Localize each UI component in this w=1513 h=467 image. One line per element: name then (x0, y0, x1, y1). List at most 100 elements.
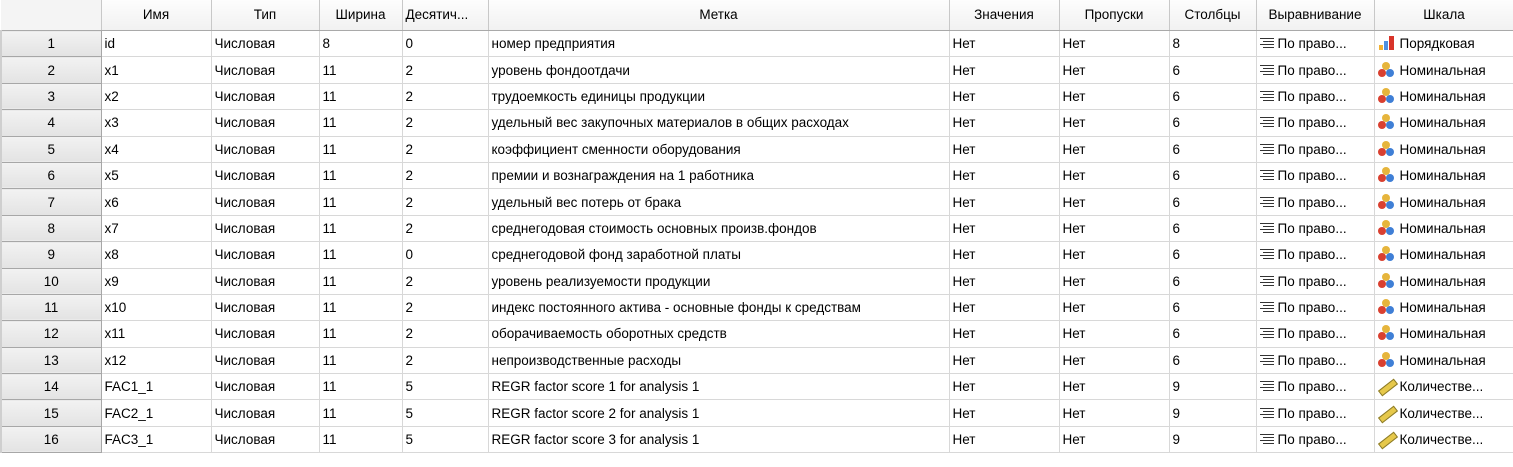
cell-label[interactable]: номер предприятия (488, 30, 950, 58)
row-number[interactable]: 1 (0, 29, 102, 58)
cell-label[interactable]: уровень фондоотдачи (488, 56, 950, 84)
cell-type[interactable]: Числовая (211, 241, 320, 269)
row-number[interactable]: 3 (0, 82, 102, 111)
cell-decimals[interactable]: 2 (402, 83, 489, 111)
cell-decimals[interactable]: 5 (402, 426, 489, 454)
cell-label[interactable]: непроизводственные расходы (488, 347, 950, 375)
cell-measure[interactable]: Номинальная (1374, 188, 1513, 216)
cell-label[interactable]: REGR factor score 3 for analysis 1 (488, 426, 950, 454)
cell-measure[interactable]: Номинальная (1374, 294, 1513, 322)
cell-align[interactable]: По право... (1256, 373, 1375, 401)
corner-header[interactable] (1, 0, 102, 31)
cell-decimals[interactable]: 2 (402, 268, 489, 295)
cell-align[interactable]: По право... (1256, 294, 1375, 322)
col-header-values[interactable]: Значения (949, 0, 1060, 31)
cell-decimals[interactable]: 5 (402, 373, 489, 401)
cell-name[interactable]: FAC2_1 (101, 399, 212, 427)
cell-label[interactable]: оборачиваемость оборотных средств (488, 320, 950, 348)
cell-missing[interactable]: Нет (1059, 268, 1170, 295)
cell-type[interactable]: Числовая (211, 426, 320, 454)
cell-missing[interactable]: Нет (1059, 215, 1170, 243)
row-number[interactable]: 6 (0, 161, 102, 190)
cell-width[interactable]: 8 (319, 30, 403, 58)
cell-values[interactable]: Нет (949, 294, 1060, 322)
cell-measure[interactable]: Номинальная (1374, 268, 1513, 295)
cell-width[interactable]: 11 (319, 294, 403, 322)
cell-measure[interactable]: Номинальная (1374, 347, 1513, 375)
cell-columns[interactable]: 6 (1169, 347, 1257, 375)
table-row[interactable]: 9 x8 Числовая 11 0 среднегодовой фонд заработ… (0, 241, 1513, 269)
col-header-type[interactable]: Тип (211, 0, 320, 31)
cell-decimals[interactable]: 2 (402, 215, 489, 243)
cell-missing[interactable]: Нет (1059, 30, 1170, 58)
cell-columns[interactable]: 6 (1169, 136, 1257, 163)
cell-align[interactable]: По право... (1256, 320, 1375, 348)
cell-type[interactable]: Числовая (211, 399, 320, 427)
cell-missing[interactable]: Нет (1059, 426, 1170, 454)
cell-columns[interactable]: 6 (1169, 162, 1257, 190)
table-row[interactable]: 2 x1 Числовая 11 2 уровень фондоотдачи Нет Нет 6… (0, 56, 1513, 84)
cell-align[interactable]: По право... (1256, 347, 1375, 375)
cell-measure[interactable]: Количестве... (1374, 399, 1513, 427)
table-row[interactable]: 7 x6 Числовая 11 2 удельный вес потерь от бра… (0, 188, 1513, 216)
table-row[interactable]: 10 x9 Числовая 11 2 уровень реализуемости про… (0, 267, 1513, 295)
cell-align[interactable]: По право... (1256, 136, 1375, 163)
table-row[interactable]: 15 FAC2_1 Числовая 11 5 REGR factor score 2 f… (0, 399, 1513, 427)
cell-type[interactable]: Числовая (211, 162, 320, 190)
cell-width[interactable]: 11 (319, 241, 403, 269)
cell-label[interactable]: коэффициент сменности оборудования (488, 136, 950, 163)
cell-values[interactable]: Нет (949, 373, 1060, 401)
cell-measure[interactable]: Количестве... (1374, 373, 1513, 401)
cell-columns[interactable]: 6 (1169, 83, 1257, 111)
cell-columns[interactable]: 9 (1169, 426, 1257, 454)
row-number[interactable]: 10 (0, 267, 102, 295)
cell-missing[interactable]: Нет (1059, 373, 1170, 401)
cell-type[interactable]: Числовая (211, 136, 320, 163)
row-number[interactable]: 7 (0, 188, 102, 216)
cell-values[interactable]: Нет (949, 241, 1060, 269)
cell-width[interactable]: 11 (319, 188, 403, 216)
cell-missing[interactable]: Нет (1059, 399, 1170, 427)
table-row[interactable]: 11 x10 Числовая 11 2 индекс постоянного актив… (0, 293, 1513, 322)
cell-align[interactable]: По право... (1256, 268, 1375, 295)
cell-missing[interactable]: Нет (1059, 162, 1170, 190)
cell-label[interactable]: среднегодовой фонд заработной платы (488, 241, 950, 269)
cell-type[interactable]: Числовая (211, 83, 320, 111)
cell-missing[interactable]: Нет (1059, 241, 1170, 269)
cell-label[interactable]: трудоемкость единицы продукции (488, 83, 950, 111)
cell-type[interactable]: Числовая (211, 109, 320, 137)
table-row[interactable]: 5 x4 Числовая 11 2 коэффициент сменности обор… (0, 135, 1513, 163)
cell-decimals[interactable]: 2 (402, 188, 489, 216)
col-header-width[interactable]: Ширина (319, 0, 403, 31)
col-header-columns[interactable]: Столбцы (1169, 0, 1257, 31)
cell-measure[interactable]: Номинальная (1374, 162, 1513, 190)
cell-missing[interactable]: Нет (1059, 294, 1170, 322)
cell-columns[interactable]: 6 (1169, 215, 1257, 243)
col-header-missing[interactable]: Пропуски (1059, 0, 1170, 31)
cell-name[interactable]: x8 (101, 241, 212, 269)
col-header-label[interactable]: Метка (488, 0, 950, 31)
cell-type[interactable]: Числовая (211, 188, 320, 216)
cell-align[interactable]: По право... (1256, 30, 1375, 58)
cell-missing[interactable]: Нет (1059, 320, 1170, 348)
cell-type[interactable]: Числовая (211, 268, 320, 295)
cell-name[interactable]: x11 (101, 320, 212, 348)
cell-name[interactable]: x9 (101, 268, 212, 295)
cell-missing[interactable]: Нет (1059, 83, 1170, 111)
cell-width[interactable]: 11 (319, 136, 403, 163)
cell-name[interactable]: x6 (101, 188, 212, 216)
cell-measure[interactable]: Номинальная (1374, 320, 1513, 348)
row-number[interactable]: 13 (0, 346, 102, 375)
cell-values[interactable]: Нет (949, 188, 1060, 216)
col-header-decimals[interactable]: Десятич... (402, 0, 489, 31)
cell-decimals[interactable]: 2 (402, 294, 489, 322)
cell-align[interactable]: По право... (1256, 83, 1375, 111)
cell-width[interactable]: 11 (319, 215, 403, 243)
col-header-measure[interactable]: Шкала (1374, 0, 1513, 31)
cell-align[interactable]: По право... (1256, 215, 1375, 243)
cell-missing[interactable]: Нет (1059, 109, 1170, 137)
row-number[interactable]: 2 (0, 56, 102, 84)
cell-type[interactable]: Числовая (211, 294, 320, 322)
table-row[interactable]: 16 FAC3_1 Числовая 11 5 REGR factor score 3 f… (0, 425, 1513, 454)
cell-type[interactable]: Числовая (211, 320, 320, 348)
